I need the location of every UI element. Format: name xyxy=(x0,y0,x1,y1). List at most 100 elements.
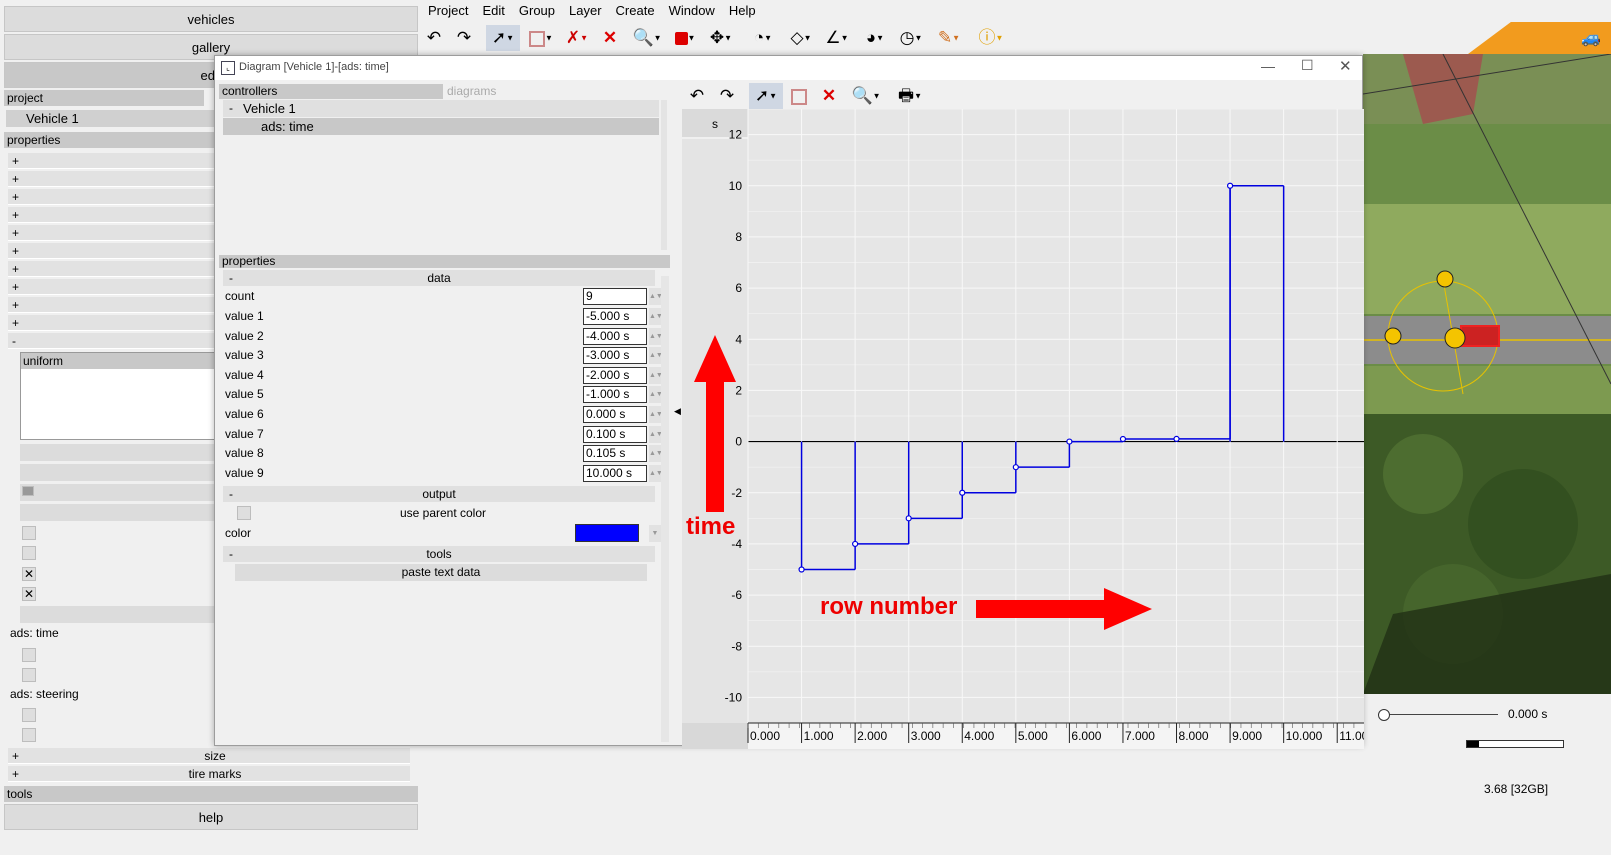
value-label: value 9 xyxy=(225,465,264,480)
diagram-chart[interactable]: s 121086420-2-4-6-8-10 0.000 1.000 2.000 3.… xyxy=(682,109,1364,749)
zoom-icon[interactable]: 🔍▼ xyxy=(632,25,662,51)
tools-group-header[interactable]: - tools xyxy=(223,546,655,562)
expand-sign[interactable]: - xyxy=(12,333,22,349)
vehicle-list-item[interactable]: Vehicle 1 xyxy=(6,110,216,127)
value-input[interactable]: 10.000 s xyxy=(583,464,647,482)
value-spinner[interactable]: ▲▼ xyxy=(649,366,663,384)
count-input[interactable]: 9 xyxy=(583,288,647,305)
tab-controllers[interactable]: controllers xyxy=(219,84,443,99)
delete-icon[interactable]: ✕ xyxy=(598,25,622,51)
time-slider-track[interactable] xyxy=(1380,714,1498,715)
menu-item[interactable]: Help xyxy=(729,3,756,18)
value-input[interactable]: 0.100 s xyxy=(583,425,647,443)
time-slider-handle[interactable] xyxy=(1378,709,1390,721)
rectangle-select-icon[interactable]: ▼ xyxy=(526,25,556,51)
value-input[interactable]: 0.105 s xyxy=(583,445,647,463)
data-point[interactable] xyxy=(852,540,859,548)
property-row-size[interactable]: + size xyxy=(8,748,410,764)
diagram-zoom-icon[interactable]: 🔍▼ xyxy=(849,83,883,109)
paste-text-data-button[interactable]: paste text data xyxy=(235,564,647,581)
properties-scrollbar[interactable] xyxy=(661,276,669,742)
undo-icon[interactable]: ↶ xyxy=(422,25,446,51)
data-point[interactable] xyxy=(1119,435,1127,443)
expand-sign[interactable]: + xyxy=(12,297,22,313)
minimize-icon[interactable]: — xyxy=(1261,58,1275,74)
help-button[interactable]: help xyxy=(4,804,418,830)
expand-sign[interactable]: + xyxy=(12,261,22,277)
pencil-tool-icon[interactable]: ✎▼ xyxy=(932,25,966,51)
clock-gauge-icon[interactable]: ◷▼ xyxy=(896,25,926,51)
menu-item[interactable]: Create xyxy=(616,3,655,18)
value-spinner[interactable]: ▲▼ xyxy=(649,347,663,365)
aerial-map-view[interactable] xyxy=(1363,54,1611,694)
value-spinner[interactable]: ▲▼ xyxy=(649,425,663,443)
expand-sign[interactable]: + xyxy=(12,171,22,187)
data-point[interactable] xyxy=(1012,464,1019,471)
sequence-list[interactable]: uniform xyxy=(20,352,220,440)
value-spinner[interactable]: ▲▼ xyxy=(649,386,663,404)
value-input[interactable]: -1.000 s xyxy=(583,386,647,404)
value-spinner[interactable]: ▲▼ xyxy=(649,308,663,325)
vehicles-button[interactable]: vehicles xyxy=(4,6,418,32)
select-arrow-icon[interactable]: ➚▼ xyxy=(486,25,520,51)
value-spinner[interactable]: ▲▼ xyxy=(649,406,663,423)
menu-item[interactable]: Layer xyxy=(569,3,602,18)
tree-scrollbar[interactable] xyxy=(661,100,667,250)
data-point[interactable] xyxy=(905,515,912,522)
maximize-icon[interactable]: ☐ xyxy=(1301,57,1314,74)
collapse-arrow-icon[interactable]: ◀ xyxy=(674,406,681,417)
multi-delete-icon[interactable]: ✗▼ xyxy=(562,25,592,51)
help-circle-icon[interactable]: ⓘ▼ xyxy=(976,25,1006,51)
menu-item[interactable]: Edit xyxy=(482,3,504,18)
value-input[interactable]: -3.000 s xyxy=(583,347,647,365)
value-input[interactable]: -5.000 s xyxy=(583,308,647,325)
expand-sign[interactable]: + xyxy=(12,189,22,205)
surface-icon[interactable]: ◇▼ xyxy=(786,25,816,51)
dialog-title-bar[interactable]: ⌞ Diagram [Vehicle 1]-[ads: time] — ☐ ✕ xyxy=(215,56,1362,80)
angle-measure-icon[interactable]: ∠▼ xyxy=(822,25,852,51)
diagram-rectangle-icon[interactable] xyxy=(787,83,811,109)
expand-sign[interactable]: + xyxy=(12,207,22,223)
color-swatch[interactable] xyxy=(575,524,639,542)
sequence-list-header[interactable]: uniform xyxy=(21,353,219,369)
color-dropdown[interactable]: ▼ xyxy=(649,525,661,542)
menu-item[interactable]: Group xyxy=(519,3,555,18)
data-point[interactable] xyxy=(798,566,805,573)
value-input[interactable]: 0.000 s xyxy=(583,406,647,423)
speed-gauge-icon[interactable]: ◔▼ xyxy=(748,25,778,51)
property-row-tire-marks[interactable]: + tire marks xyxy=(8,766,410,782)
gauge-icon[interactable]: ◕▼ xyxy=(860,25,890,51)
output-group-header[interactable]: - output xyxy=(223,486,655,502)
expand-sign[interactable]: + xyxy=(12,153,22,169)
value-spinner[interactable]: ▲▼ xyxy=(649,445,663,463)
count-spinner[interactable]: ▲▼ xyxy=(649,288,663,305)
value-spinner[interactable]: ▲▼ xyxy=(649,327,663,345)
expand-sign[interactable]: + xyxy=(12,243,22,259)
data-point[interactable] xyxy=(959,489,966,496)
diagram-select-icon[interactable]: ➚▼ xyxy=(749,83,783,109)
diagram-dialog: ⌞ Diagram [Vehicle 1]-[ads: time] — ☐ ✕ … xyxy=(214,55,1364,749)
value-input[interactable]: -2.000 s xyxy=(583,366,647,384)
menu-item[interactable]: Window xyxy=(669,3,715,18)
menu-item[interactable]: Project xyxy=(428,3,468,18)
tree-item-ads-time[interactable]: ads: time xyxy=(223,118,659,135)
data-group-header[interactable]: - data xyxy=(223,270,655,286)
data-point[interactable] xyxy=(1173,435,1180,442)
expand-sign[interactable]: + xyxy=(12,225,22,241)
value-input[interactable]: -4.000 s xyxy=(583,327,647,345)
diagram-redo-icon[interactable]: ↷ xyxy=(715,83,739,109)
diagram-undo-icon[interactable]: ↶ xyxy=(685,83,709,109)
tab-diagrams[interactable]: diagrams xyxy=(447,84,657,99)
tree-item-vehicle[interactable]: - Vehicle 1 xyxy=(223,100,659,117)
move-icon[interactable]: ✥▼ xyxy=(706,25,736,51)
expand-sign[interactable]: + xyxy=(12,279,22,295)
data-point[interactable] xyxy=(1226,182,1234,189)
print-icon[interactable]: 🖶▼ xyxy=(893,83,927,109)
shape-icon[interactable]: ▼ xyxy=(670,25,700,51)
diagram-delete-icon[interactable]: ✕ xyxy=(817,83,841,109)
data-point[interactable] xyxy=(1066,438,1073,445)
value-spinner[interactable]: ▲▼ xyxy=(649,464,663,482)
redo-icon[interactable]: ↷ xyxy=(452,25,476,51)
expand-sign[interactable]: + xyxy=(12,315,22,331)
close-icon[interactable]: ✕ xyxy=(1339,57,1352,75)
